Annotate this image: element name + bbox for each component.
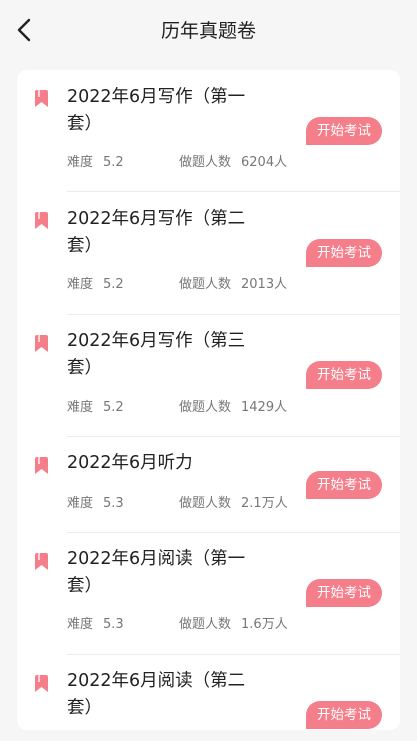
bookmark-icon	[34, 90, 49, 108]
exam-meta: 难度 5.3 做题人数 1.6万人	[67, 613, 288, 632]
bookmark-icon	[34, 457, 49, 475]
difficulty-value: 5.2	[103, 400, 124, 415]
list-item: 2022年6月听力 难度 5.3 做题人数 2.1万人 开始考试	[17, 437, 400, 533]
exam-title: 2022年6月听力	[67, 453, 193, 473]
participants-value: 2.1万人	[241, 496, 288, 511]
difficulty-label: 难度	[67, 400, 94, 415]
difficulty-label: 难度	[67, 617, 94, 632]
difficulty-value: 5.3	[103, 617, 124, 632]
exam-list: 2022年6月写作（第一套） 难度 5.2 做题人数 6204人 开始考试 2022…	[17, 70, 400, 730]
start-exam-button[interactable]: 开始考试	[306, 361, 382, 389]
participants-label: 做题人数	[179, 155, 232, 170]
difficulty-label: 难度	[67, 277, 94, 292]
start-exam-button[interactable]: 开始考试	[306, 471, 382, 499]
exam-title: 2022年6月写作（第三套）	[67, 331, 246, 378]
exam-title: 2022年6月写作（第一套）	[67, 87, 246, 134]
difficulty-label: 难度	[67, 496, 94, 511]
start-exam-button[interactable]: 开始考试	[306, 239, 382, 267]
bookmark-icon	[34, 675, 49, 693]
bookmark-icon	[34, 212, 49, 230]
participants-value: 1429人	[241, 400, 288, 415]
participants-label: 做题人数	[179, 496, 232, 511]
exam-meta: 难度 5.2 做题人数 1429人	[67, 396, 287, 415]
exam-title: 2022年6月阅读（第一套）	[67, 549, 246, 596]
participants-value: 6204人	[241, 155, 288, 170]
page-title: 历年真题卷	[160, 20, 256, 42]
participants-label: 做题人数	[179, 277, 232, 292]
exam-title: 2022年6月阅读（第二套）	[67, 671, 246, 718]
difficulty-value: 5.2	[103, 155, 124, 170]
exam-meta: 难度 5.3 做题人数 2.1万人	[67, 492, 288, 511]
start-exam-button[interactable]: 开始考试	[306, 579, 382, 607]
bookmark-icon	[34, 553, 49, 571]
list-item: 2022年6月阅读（第二套） 开始考试	[17, 655, 400, 730]
difficulty-label: 难度	[67, 155, 94, 170]
exam-meta: 难度 5.2 做题人数 2013人	[67, 273, 287, 292]
start-exam-button[interactable]: 开始考试	[306, 117, 382, 145]
start-exam-button[interactable]: 开始考试	[306, 701, 382, 729]
difficulty-value: 5.2	[103, 277, 124, 292]
list-item: 2022年6月写作（第一套） 难度 5.2 做题人数 6204人 开始考试	[17, 70, 400, 192]
participants-label: 做题人数	[179, 617, 232, 632]
list-item: 2022年6月写作（第二套） 难度 5.2 做题人数 2013人 开始考试	[17, 192, 400, 315]
exam-meta: 难度 5.2 做题人数 6204人	[67, 151, 287, 170]
list-item: 2022年6月阅读（第一套） 难度 5.3 做题人数 1.6万人 开始考试	[17, 533, 400, 655]
list-item: 2022年6月写作（第三套） 难度 5.2 做题人数 1429人 开始考试	[17, 315, 400, 437]
participants-value: 1.6万人	[241, 617, 288, 632]
exam-title: 2022年6月写作（第二套）	[67, 209, 246, 256]
top-bar: 历年真题卷	[0, 0, 417, 58]
participants-label: 做题人数	[179, 400, 232, 415]
difficulty-value: 5.3	[103, 496, 124, 511]
participants-value: 2013人	[241, 277, 288, 292]
bookmark-icon	[34, 335, 49, 353]
